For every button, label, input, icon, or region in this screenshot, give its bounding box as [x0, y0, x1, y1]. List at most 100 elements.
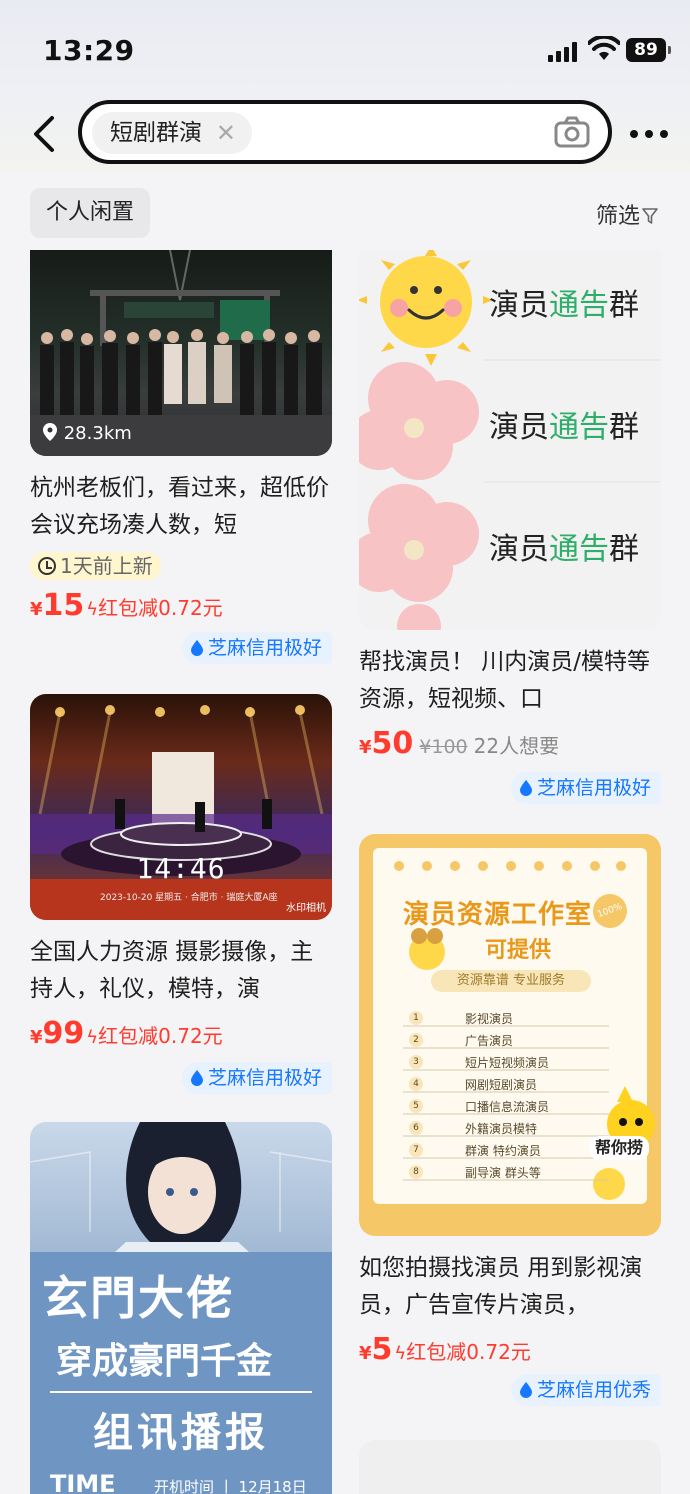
credit-text: 芝麻信用极好	[207, 637, 322, 659]
distance-text: 28.3km	[63, 423, 132, 444]
price-row: ¥99 ϟ红包减0.72元	[30, 1016, 332, 1054]
sesame-credit-icon	[519, 1382, 532, 1398]
poster-service-text: 群演 特约演员	[465, 1144, 541, 1158]
poster-service-number: 2	[409, 1033, 423, 1047]
poster-service-number: 6	[409, 1121, 423, 1135]
photo-timestamp: 14:46	[136, 852, 226, 885]
product-card[interactable]: 14:46 2023-10-20 星期五 · 合肥市 · 瑞庭大厦A座 水印相机…	[30, 694, 332, 1094]
poster-service-text: 口播信息流演员	[465, 1100, 550, 1114]
credit-text: 芝麻信用优秀	[536, 1379, 651, 1401]
red-packet-discount: 红包减0.72元	[406, 1340, 531, 1364]
product-title: 全国人力资源 摄影摄像，主持人，礼仪，模特，演	[30, 939, 314, 1002]
credit-badge: 芝麻信用极好	[181, 1062, 332, 1094]
poster-service-text: 副导演 群头等	[465, 1166, 541, 1180]
poster-time-text: 开机时间 丨 12月18日	[154, 1478, 307, 1494]
poster-service-item: 6 外籍演员模特	[409, 1118, 599, 1140]
poster-subheading: 可提供	[485, 938, 552, 963]
credit-text: 芝麻信用极好	[536, 777, 651, 799]
currency-symbol: ¥	[359, 737, 372, 758]
sesame-credit-icon	[519, 780, 532, 796]
search-input[interactable]: 短剧群演 ✕	[78, 100, 612, 164]
poster-slogan: 资源靠谱 专业服务	[431, 970, 591, 992]
product-image: 玄門大佬 穿成豪門千金 组讯播报 TIME 开机时间 丨 12月18日	[30, 1122, 332, 1494]
back-icon[interactable]	[28, 114, 62, 154]
poster-mascot-label: 帮你捞	[589, 1136, 650, 1160]
wifi-icon	[588, 36, 620, 60]
clear-query-icon[interactable]: ✕	[216, 112, 236, 154]
product-image	[359, 1440, 661, 1494]
credit-badge: 芝麻信用极好	[181, 632, 332, 664]
battery-indicator: 89	[626, 38, 671, 62]
red-packet-discount: 红包减0.72元	[98, 1024, 223, 1048]
watermark-label: 水印相机	[286, 903, 326, 914]
want-count: 22人想要	[473, 734, 560, 758]
poster-service-item: 5 口播信息流演员	[409, 1096, 599, 1118]
poster-service-number: 3	[409, 1055, 423, 1069]
group-line: 演员通告群	[489, 410, 639, 445]
search-header: 短剧群演 ✕	[0, 96, 690, 172]
product-card[interactable]: 28.3km 杭州老板们，看过来，超低价会议充场凑人数，短 1天前上新 ¥15 ϟ…	[30, 250, 332, 664]
poster-service-item: 8 副导演 群头等	[409, 1162, 599, 1184]
poster-service-number: 8	[409, 1165, 423, 1179]
search-query-chip[interactable]: 短剧群演 ✕	[92, 112, 252, 154]
clock-icon	[38, 557, 56, 575]
poster-service-list: 1 影视演员 2 广告演员 3 短片短视频演员 4 网剧短剧演员 5 口播信息流演员 6 外籍演员模特…	[409, 1008, 599, 1184]
poster-service-item: 7 群演 特约演员	[409, 1140, 599, 1162]
filter-label: 筛选	[595, 204, 640, 229]
bolt-icon: ϟ	[86, 1027, 99, 1048]
bolt-icon: ϟ	[86, 599, 99, 620]
red-packet-discount: 红包减0.72元	[98, 596, 223, 620]
poster-service-item: 3 短片短视频演员	[409, 1052, 599, 1074]
price-value: 5	[371, 1332, 393, 1367]
poster-service-number: 4	[409, 1077, 423, 1091]
location-badge: 28.3km	[42, 422, 132, 444]
currency-symbol: ¥	[30, 1027, 43, 1048]
price-value: 99	[42, 1016, 85, 1051]
poster-service-text: 外籍演员模特	[465, 1122, 538, 1136]
product-image: 演员通告群 演员通告群 演员通告群	[359, 250, 661, 630]
price-row: ¥15 ϟ红包减0.72元	[30, 588, 332, 626]
poster-service-item: 4 网剧短剧演员	[409, 1074, 599, 1096]
results-area: 个人闲置 筛选 28.3km 杭州老板们，看过来，超低价会议充场凑人数，短 1天…	[0, 172, 690, 1494]
product-card[interactable]: 演员资源工作室 100% 可提供 资源靠谱 专业服务 1 影视演员 2 广告演员 3 短片…	[359, 834, 661, 1406]
more-options-icon[interactable]	[630, 130, 670, 140]
group-line: 演员通告群	[489, 532, 639, 567]
poster-service-number: 7	[409, 1143, 423, 1157]
sesame-credit-icon	[190, 640, 203, 656]
poster-service-text: 影视演员	[465, 1012, 514, 1026]
search-query-text: 短剧群演	[110, 120, 202, 146]
poster-title-main: 玄門大佬	[42, 1271, 234, 1325]
location-pin-icon	[43, 423, 57, 441]
filter-button[interactable]: 筛选	[596, 198, 658, 230]
signal-icon	[548, 42, 578, 62]
new-listing-badge: 1天前上新	[30, 552, 161, 580]
new-listing-text: 1天前上新	[60, 554, 153, 578]
funnel-icon	[642, 208, 658, 224]
credit-text: 芝麻信用极好	[207, 1067, 322, 1089]
poster-service-number: 5	[409, 1099, 423, 1113]
product-card[interactable]: 演员通告群 演员通告群 演员通告群 帮找演员！ 川内演员/模特等资源，短视频、口…	[359, 250, 661, 804]
product-title: 杭州老板们，看过来，超低价会议充场凑人数，短	[30, 475, 329, 538]
poster-service-text: 广告演员	[465, 1034, 514, 1048]
poster-service-number: 1	[409, 1011, 423, 1025]
currency-symbol: ¥	[359, 1343, 372, 1364]
poster-service-item: 2 广告演员	[409, 1030, 599, 1052]
product-card[interactable]: 玄門大佬 穿成豪門千金 组讯播报 TIME 开机时间 丨 12月18日	[30, 1122, 332, 1494]
camera-icon[interactable]	[554, 116, 590, 148]
price-value: 15	[42, 588, 85, 623]
poster-heading: 演员资源工作室	[403, 900, 593, 930]
bolt-icon: ϟ	[394, 1343, 407, 1364]
status-bar: 13:29 89	[0, 0, 690, 96]
filter-personal-idle[interactable]: 个人闲置	[30, 188, 151, 238]
product-title: 如您拍摄找演员 用到影视演员，广告宣传片演员，	[359, 1255, 643, 1318]
photo-caption: 2023-10-20 星期五 · 合肥市 · 瑞庭大厦A座	[100, 893, 278, 903]
product-card[interactable]	[359, 1440, 661, 1494]
credit-badge: 芝麻信用优秀	[510, 1374, 661, 1406]
poster-service-text: 网剧短剧演员	[465, 1078, 538, 1092]
poster-service-text: 短片短视频演员	[465, 1056, 550, 1070]
group-line: 演员通告群	[489, 288, 639, 323]
product-image: 28.3km	[30, 250, 332, 456]
status-time: 13:29	[43, 34, 135, 67]
product-title: 帮找演员！ 川内演员/模特等资源，短视频、口	[359, 649, 651, 712]
original-price: ¥100	[419, 736, 468, 758]
